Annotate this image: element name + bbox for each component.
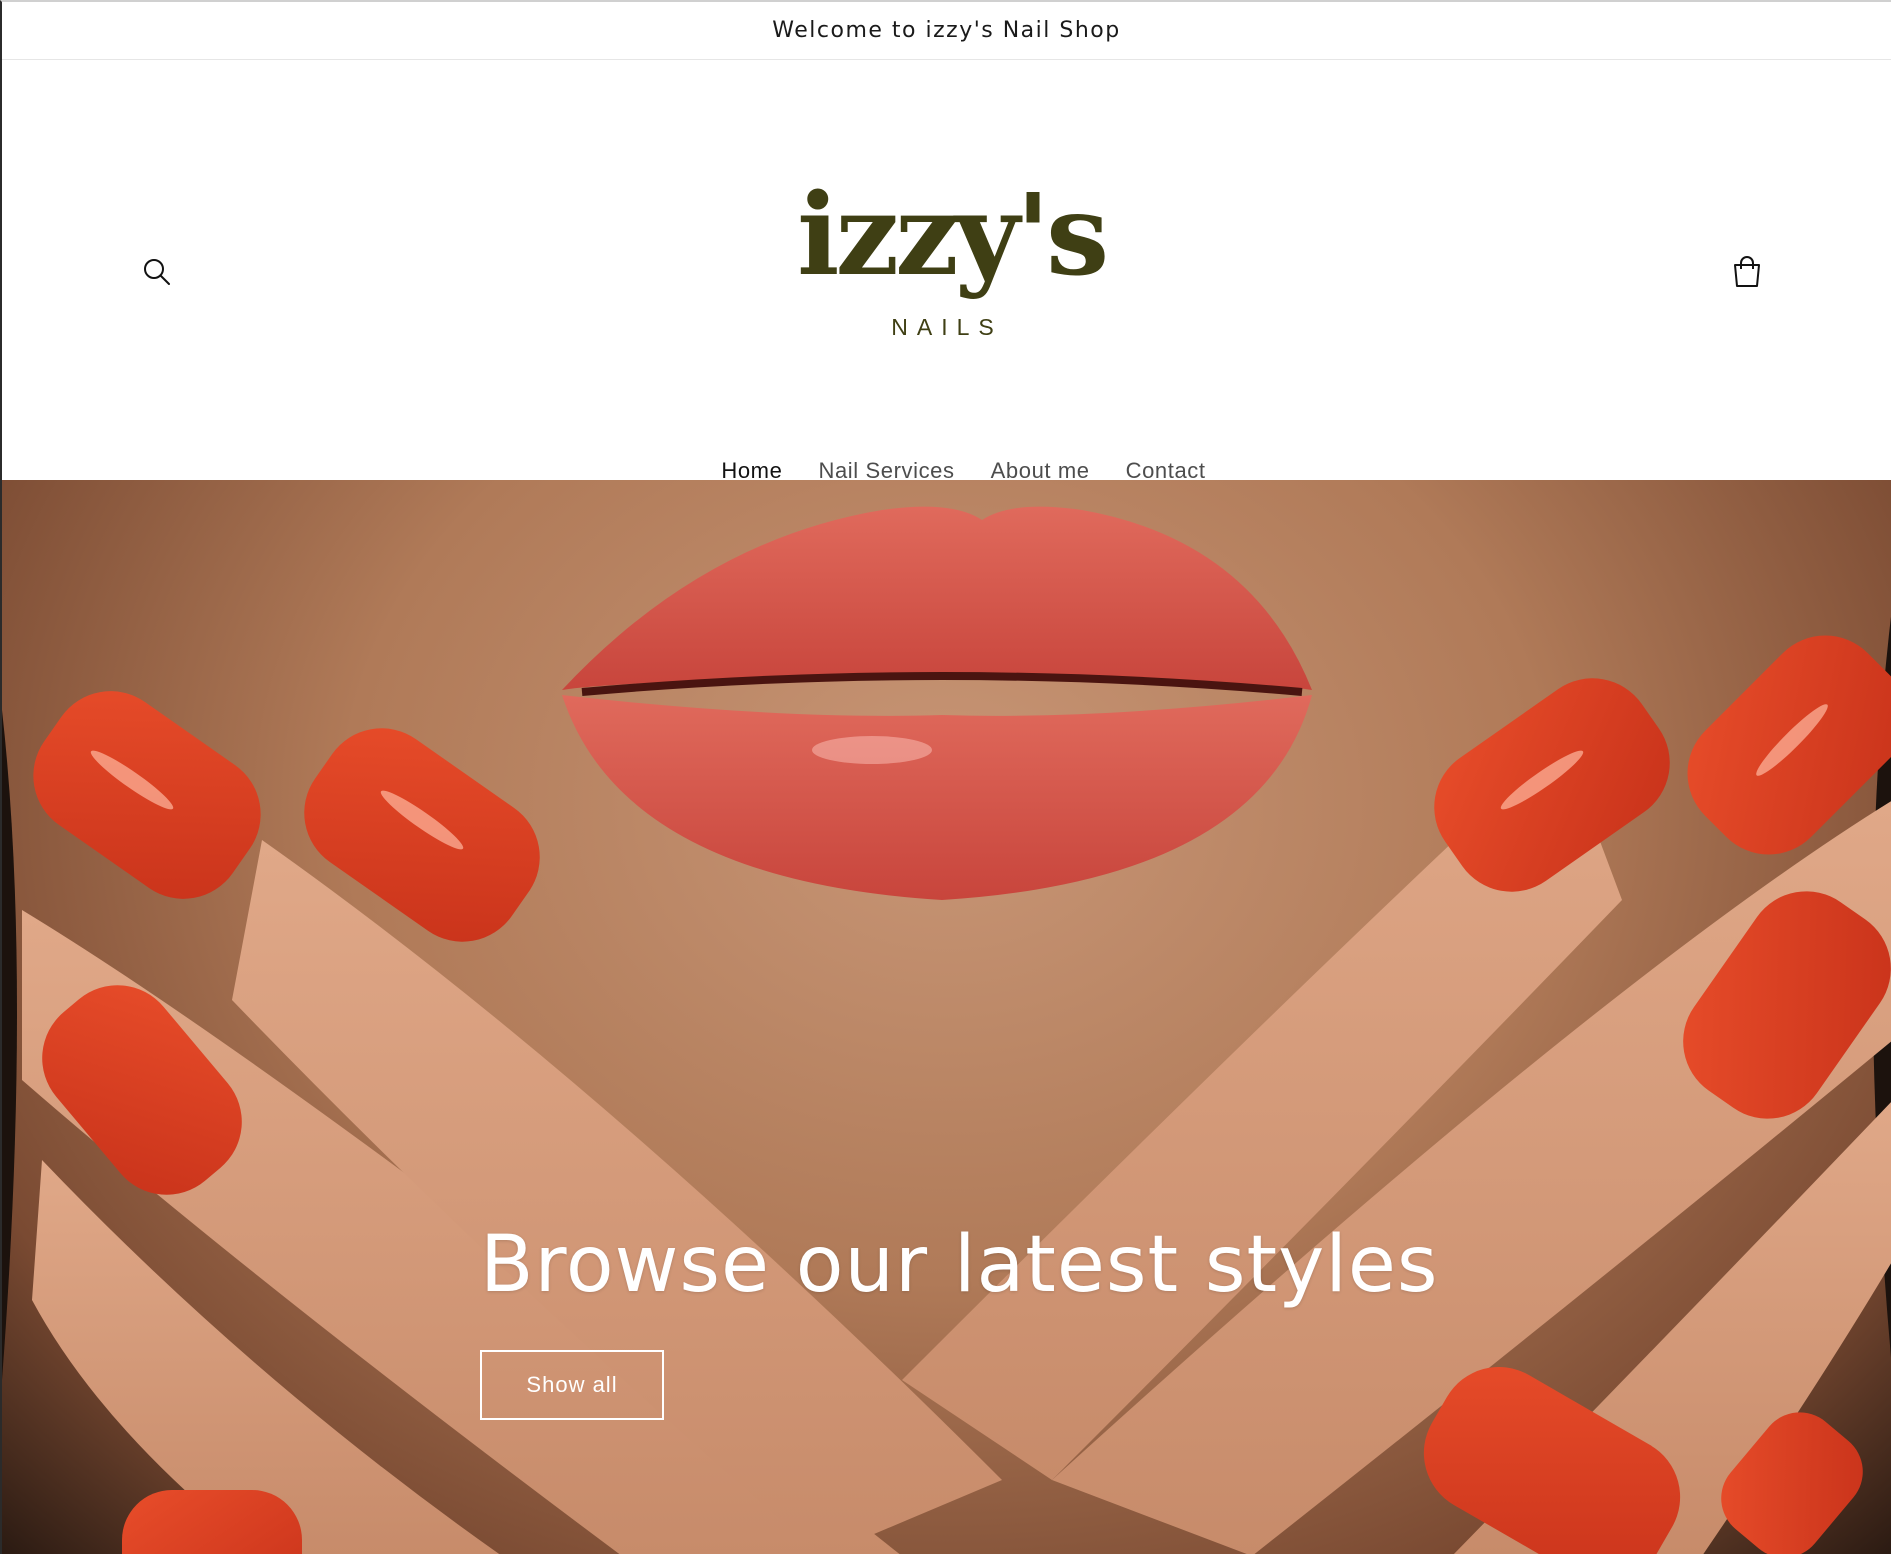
hero-content: Browse our latest styles Show all bbox=[480, 1220, 1439, 1420]
logo-subtitle: NAILS bbox=[891, 314, 1003, 340]
cart-icon bbox=[1734, 256, 1760, 287]
site-logo[interactable]: izzy's NAILS bbox=[797, 170, 1109, 355]
announcement-bar: Welcome to izzy's Nail Shop bbox=[2, 2, 1891, 60]
cart-button[interactable] bbox=[1725, 250, 1769, 294]
show-all-button[interactable]: Show all bbox=[480, 1350, 664, 1420]
announcement-text: Welcome to izzy's Nail Shop bbox=[772, 18, 1121, 43]
site-header: izzy's NAILS Home Nail Services About me… bbox=[2, 60, 1891, 489]
hero-title: Browse our latest styles bbox=[480, 1220, 1439, 1310]
search-button[interactable] bbox=[135, 250, 179, 294]
hero-banner: Browse our latest styles Show all bbox=[2, 480, 1891, 1554]
search-icon bbox=[144, 259, 170, 285]
lips-shape bbox=[562, 506, 1312, 690]
logo-wordmark: izzy's bbox=[797, 170, 1109, 301]
page: Welcome to izzy's Nail Shop izzy's NAILS… bbox=[0, 0, 1891, 1554]
